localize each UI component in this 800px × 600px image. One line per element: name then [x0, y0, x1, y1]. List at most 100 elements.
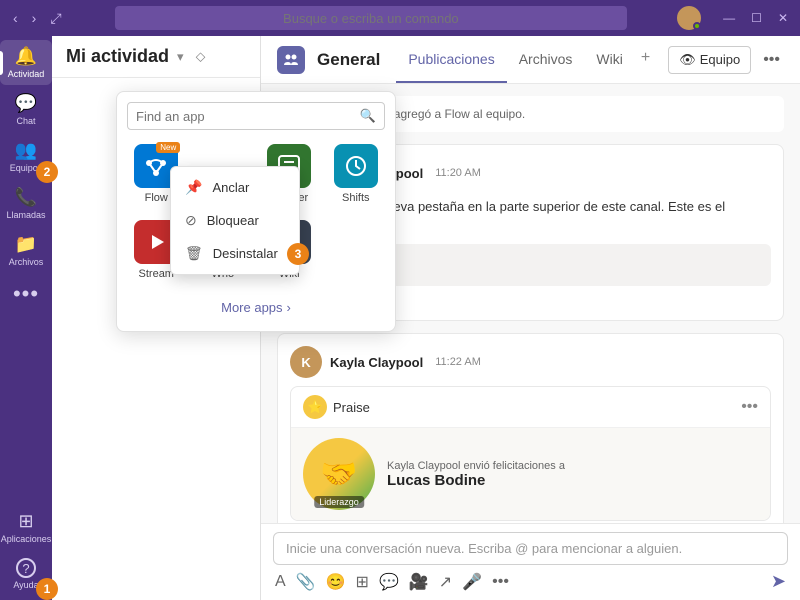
window-controls: — ☐ ✕ [719, 11, 792, 25]
send-button[interactable]: ➤ [771, 571, 786, 592]
channel-header: General Publicaciones Archivos Wiki + 👁 … [261, 36, 800, 84]
context-menu: 📌 Anclar ⊘ Bloquear 🗑 Desinstalar 3 [170, 166, 300, 275]
eye-icon: 👁 [679, 52, 696, 68]
command-search[interactable] [115, 6, 628, 30]
video-icon[interactable]: 🎥 [409, 572, 429, 592]
desinstalar-label: Desinstalar [213, 246, 278, 261]
context-menu-anclar[interactable]: 📌 Anclar [171, 171, 299, 204]
app-search-box: 🔍 [127, 102, 385, 130]
bloquear-label: Bloquear [207, 213, 259, 228]
context-menu-desinstalar[interactable]: 🗑 Desinstalar 3 [171, 237, 299, 270]
more-options-button[interactable]: ••• [759, 47, 784, 73]
time-msg2: 11:22 AM [435, 356, 481, 368]
message-card-2: K Kayla Claypool 11:22 AM ⭐ Praise ••• [277, 333, 784, 523]
nav-buttons: ‹ › ⤢ [8, 8, 67, 29]
sidebar-item-llamadas[interactable]: 📞 Llamadas [0, 181, 52, 226]
emoji-icon[interactable]: 😊 [326, 572, 346, 592]
app-container: 🔔 Actividad 💬 Chat 👥 Equipos 2 📞 Llamada… [0, 36, 800, 600]
praise-recipient: Lucas Bodine [387, 472, 565, 489]
apps-icon: ⊞ [18, 511, 33, 532]
more-icon: ••• [13, 281, 39, 307]
time-msg1: 11:20 AM [435, 167, 481, 179]
channel-tabs: Publicaciones Archivos Wiki + [396, 37, 656, 83]
channel-icon [277, 46, 305, 74]
sidebar-item-aplicaciones[interactable]: ⊞ Aplicaciones [0, 505, 52, 550]
step-badge-3: 3 [287, 243, 309, 265]
apps-toolbar-icon[interactable]: ⊞ [356, 572, 369, 592]
app-search-input[interactable] [136, 109, 354, 124]
shifts-icon [334, 144, 378, 188]
sidebar-item-more[interactable]: ••• [0, 275, 52, 315]
sidebar-item-chat[interactable]: 💬 Chat [0, 87, 52, 132]
channel-name: General [317, 50, 380, 70]
praise-title: ⭐ Praise [303, 395, 370, 419]
avatar[interactable] [675, 4, 703, 32]
calls-icon: 📞 [15, 187, 37, 208]
left-panel: Mi actividad ▾ ⬦ 🔍 New Flow [52, 36, 261, 600]
status-dot [693, 22, 701, 30]
pin-icon: 📌 [185, 179, 202, 196]
tab-archivos[interactable]: Archivos [507, 37, 585, 83]
audio-icon[interactable]: 🎤 [462, 572, 482, 592]
maximize-button[interactable]: ☐ [747, 11, 766, 25]
message-input-box[interactable]: Inicie una conversación nueva. Escriba @… [273, 532, 788, 565]
app-label-shifts: Shifts [342, 192, 370, 204]
new-badge: New [156, 142, 180, 153]
channel-header-actions: 👁 Equipo ••• [668, 46, 784, 74]
chevron-down-icon[interactable]: ▾ [177, 49, 184, 65]
praise-more-button[interactable]: ••• [741, 398, 758, 416]
app-label-stream: Stream [139, 268, 174, 280]
teams-icon: 👥 [15, 140, 37, 161]
message-input-area: Inicie una conversación nueva. Escriba @… [261, 523, 800, 600]
block-icon: ⊘ [185, 212, 197, 229]
back-button[interactable]: ‹ [8, 8, 23, 29]
chat-icon: 💬 [15, 93, 37, 114]
more-apps-button[interactable]: More apps › [127, 294, 385, 321]
help-icon: ? [16, 558, 36, 578]
files-icon: 📁 [15, 234, 37, 255]
search-icon: 🔍 [360, 108, 376, 124]
panel-title: Mi actividad [66, 46, 169, 67]
more-apps-chevron: › [287, 300, 291, 315]
context-menu-bloquear[interactable]: ⊘ Bloquear [171, 204, 299, 237]
more-toolbar-icon[interactable]: ••• [492, 573, 509, 591]
forward-button[interactable]: › [27, 8, 42, 29]
meeting-icon[interactable]: 💬 [379, 572, 399, 592]
sidebar-label-archivos: Archivos [9, 257, 44, 267]
minimize-button[interactable]: — [719, 11, 739, 25]
sidebar-label-llamadas: Llamadas [6, 210, 45, 220]
tab-publicaciones[interactable]: Publicaciones [396, 37, 506, 83]
share-icon[interactable]: ↗ [439, 572, 452, 592]
format-icon[interactable]: A [275, 573, 286, 591]
trash-icon: 🗑 [185, 245, 203, 262]
praise-icon: ⭐ [303, 395, 327, 419]
sidebar-label-apps: Aplicaciones [1, 534, 52, 544]
praise-title-label: Praise [333, 400, 370, 415]
praise-body: 🤝 Liderazgo Kayla Claypool envió felicit… [291, 428, 770, 520]
attach-icon[interactable]: 📎 [296, 572, 316, 592]
message-toolbar: A 📎 😊 ⊞ 💬 🎥 ↗ 🎤 ••• ➤ [273, 571, 788, 592]
sidebar-item-archivos[interactable]: 📁 Archivos [0, 228, 52, 273]
praise-info: 🤝 Liderazgo Kayla Claypool envió felicit… [303, 438, 758, 510]
message-header-2: K Kayla Claypool 11:22 AM [290, 346, 771, 378]
sidebar: 🔔 Actividad 💬 Chat 👥 Equipos 2 📞 Llamada… [0, 36, 52, 600]
close-button[interactable]: ✕ [774, 11, 792, 25]
sidebar-label-actividad: Actividad [8, 69, 45, 79]
refresh-button[interactable]: ⤢ [45, 8, 66, 29]
add-tab-button[interactable]: + [635, 37, 656, 83]
praise-header: ⭐ Praise ••• [291, 387, 770, 428]
app-item-shifts[interactable]: Shifts [327, 140, 386, 208]
sidebar-item-actividad[interactable]: 🔔 Actividad [0, 40, 52, 85]
praise-text-block: Kayla Claypool envió felicitaciones a Lu… [387, 460, 565, 489]
author-msg2: Kayla Claypool [330, 355, 423, 370]
team-button[interactable]: 👁 Equipo [668, 46, 751, 74]
sidebar-item-ayuda[interactable]: ? Ayuda 1 [0, 552, 52, 596]
tab-wiki[interactable]: Wiki [584, 37, 634, 83]
avatar-msg2: K [290, 346, 322, 378]
step-badge-1: 1 [36, 578, 58, 600]
active-indicator [0, 51, 3, 75]
step-badge-2: 2 [36, 161, 58, 183]
sidebar-item-equipos[interactable]: 👥 Equipos 2 [0, 134, 52, 179]
filter-icon[interactable]: ⬦ [196, 48, 206, 65]
more-apps-label: More apps [221, 300, 282, 315]
